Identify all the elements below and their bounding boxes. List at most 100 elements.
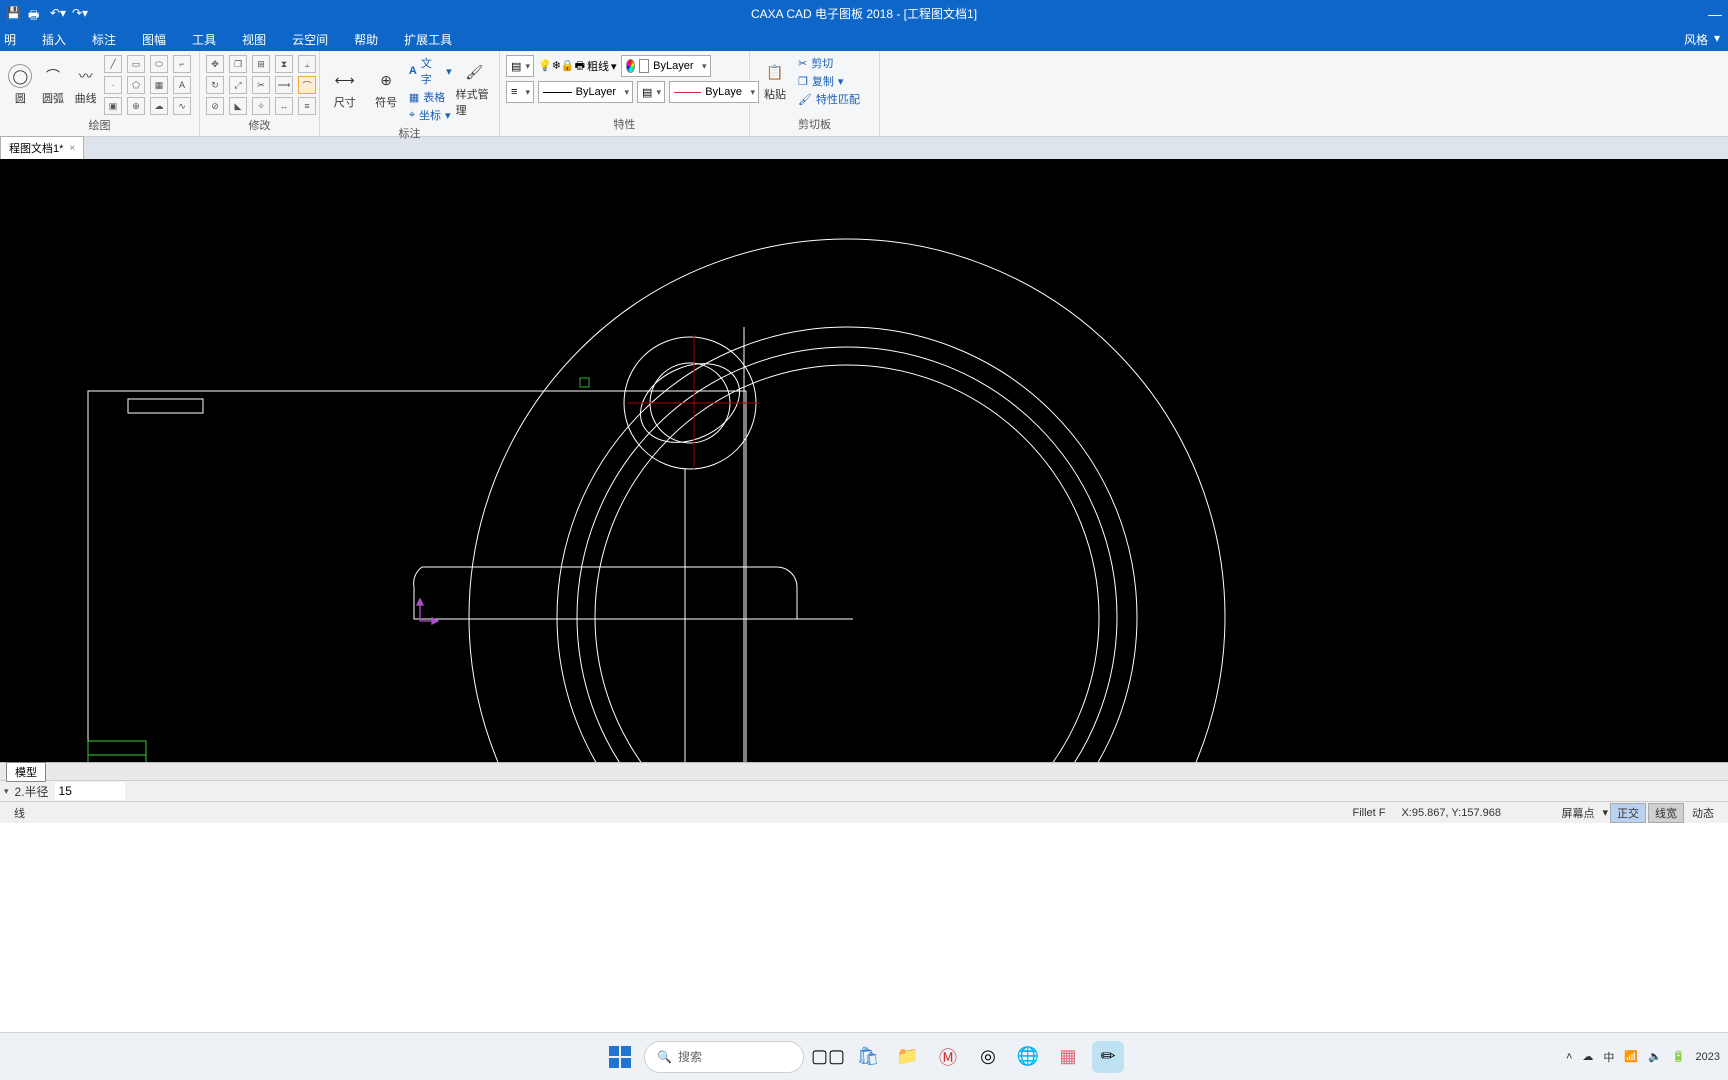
- stretch-icon[interactable]: ↔: [275, 97, 293, 115]
- menu-item[interactable]: 标注: [92, 31, 116, 48]
- circle-button[interactable]: ◯圆: [6, 64, 35, 106]
- layer-dropdown[interactable]: ▤: [506, 55, 534, 77]
- mirror-icon[interactable]: ⧗: [275, 55, 293, 73]
- axis-icon[interactable]: ⊕: [127, 97, 145, 115]
- chevron-down-icon[interactable]: ▾: [1714, 31, 1720, 48]
- group-label: 修改: [206, 115, 313, 135]
- coord-button[interactable]: ⌖ 坐标▾: [409, 107, 452, 123]
- chevron-down-icon[interactable]: ▾: [4, 786, 9, 797]
- radius-label: 2.半径: [15, 783, 49, 800]
- style-button[interactable]: 🖌样式管理: [456, 60, 493, 118]
- close-icon[interactable]: ×: [69, 143, 75, 154]
- battery-icon[interactable]: 🔋: [1672, 1050, 1686, 1063]
- explode-icon[interactable]: ✧: [252, 97, 270, 115]
- dell-icon[interactable]: ◎: [972, 1041, 1004, 1073]
- trim-icon[interactable]: ✂: [252, 76, 270, 94]
- align-icon[interactable]: ≡: [298, 97, 316, 115]
- app-icon[interactable]: ▦: [1052, 1041, 1084, 1073]
- ellipse-icon[interactable]: ⬭: [150, 55, 168, 73]
- lineweight-toggle[interactable]: 线宽: [1648, 803, 1684, 823]
- fillet-icon[interactable]: ⌒: [298, 76, 316, 94]
- menu-item[interactable]: 插入: [42, 31, 66, 48]
- menu-item[interactable]: 工具: [192, 31, 216, 48]
- dynamic-toggle[interactable]: 动态: [1684, 805, 1722, 821]
- wave-icon[interactable]: ∿: [173, 97, 191, 115]
- paste-label: 粘贴: [764, 86, 786, 102]
- start-button[interactable]: [604, 1041, 636, 1073]
- redo-icon[interactable]: ↷▾: [72, 6, 88, 22]
- status-screenpoint[interactable]: 屏幕点: [1553, 805, 1602, 821]
- hatch-icon[interactable]: ▦: [150, 76, 168, 94]
- explorer-icon[interactable]: 📁: [892, 1041, 924, 1073]
- polyline-icon[interactable]: ⌐: [173, 55, 191, 73]
- ortho-toggle[interactable]: 正交: [1610, 803, 1646, 823]
- menu-item[interactable]: 视图: [242, 31, 266, 48]
- save-icon[interactable]: 💾: [6, 6, 22, 22]
- move-icon[interactable]: ✥: [206, 55, 224, 73]
- style-menu[interactable]: 风格: [1684, 31, 1708, 48]
- volume-icon[interactable]: 🔈: [1648, 1050, 1662, 1063]
- menu-item[interactable]: 扩展工具: [404, 31, 452, 48]
- array-icon[interactable]: ⊞: [252, 55, 270, 73]
- print-icon[interactable]: 🖶: [28, 6, 44, 22]
- group-label: 标注: [326, 123, 493, 143]
- chamfer-icon[interactable]: ◣: [229, 97, 247, 115]
- spline-label: 曲线: [75, 90, 97, 106]
- tray-chevron-icon[interactable]: ˄: [1566, 1051, 1572, 1063]
- drawing-svg: [0, 159, 1728, 762]
- line-icon[interactable]: ╱: [104, 55, 122, 73]
- pt-icon[interactable]: ·: [104, 76, 122, 94]
- onedrive-icon[interactable]: ☁: [1582, 1050, 1593, 1063]
- offset-icon[interactable]: ⫠: [298, 55, 316, 73]
- copy-button[interactable]: ❐ 复制▾: [798, 73, 860, 89]
- copy-icon[interactable]: ❐: [229, 55, 247, 73]
- ime-indicator[interactable]: 中: [1603, 1049, 1614, 1065]
- break-icon[interactable]: ⊘: [206, 97, 224, 115]
- wifi-icon[interactable]: 📶: [1624, 1050, 1638, 1063]
- undo-icon[interactable]: ↶▾: [50, 6, 66, 22]
- extend-icon[interactable]: ⟶: [275, 76, 293, 94]
- mcafee-icon[interactable]: Ⓜ: [932, 1041, 964, 1073]
- match-button[interactable]: 🖌 特性匹配: [798, 91, 860, 107]
- menu-item[interactable]: 帮助: [354, 31, 378, 48]
- radius-input[interactable]: [55, 782, 125, 800]
- polygon-icon[interactable]: ⬠: [127, 76, 145, 94]
- color-dropdown[interactable]: ByLayer: [621, 55, 711, 77]
- edge-icon[interactable]: 🌐: [1012, 1041, 1044, 1073]
- block-icon[interactable]: ▣: [104, 97, 122, 115]
- paste-button[interactable]: 📋粘贴: [756, 60, 794, 102]
- arc-button[interactable]: ⌒圆弧: [39, 64, 68, 106]
- sheet-tab-model[interactable]: 模型: [6, 762, 46, 782]
- linetype-dd[interactable]: ≡: [506, 81, 534, 103]
- rect-icon[interactable]: ▭: [127, 55, 145, 73]
- document-tab[interactable]: 程图文档1*×: [0, 136, 84, 159]
- store-icon[interactable]: 🛍: [852, 1041, 884, 1073]
- cut-button[interactable]: ✂ 剪切: [798, 55, 860, 71]
- dim-button[interactable]: ⟷尺寸: [326, 68, 363, 110]
- table-button[interactable]: ▦ 表格: [409, 89, 452, 105]
- drawing-canvas[interactable]: [0, 159, 1728, 762]
- linetype2-dd[interactable]: ByLaye: [669, 81, 759, 103]
- rotate-icon[interactable]: ↻: [206, 76, 224, 94]
- text-button[interactable]: A文字▾: [409, 55, 452, 87]
- status-bar: 线 Fillet F X:95.867, Y:157.968 屏幕点 ▾ 正交 …: [0, 801, 1728, 823]
- menu-item[interactable]: 图幅: [142, 31, 166, 48]
- menu-item[interactable]: 云空间: [292, 31, 328, 48]
- style-label: 样式管理: [456, 86, 493, 118]
- spline-button[interactable]: 〰曲线: [71, 64, 100, 106]
- dropdown-icon[interactable]: ▾: [1602, 806, 1608, 819]
- taskview-icon[interactable]: ▢▢: [812, 1041, 844, 1073]
- caxa-icon[interactable]: ✏: [1092, 1041, 1124, 1073]
- quick-access-toolbar: 💾 🖶 ↶▾ ↷▾: [6, 6, 88, 22]
- lineweight-dd[interactable]: ByLayer: [538, 81, 633, 103]
- ltscale-dd[interactable]: ▤: [637, 81, 665, 103]
- taskbar-search[interactable]: 🔍搜索: [644, 1041, 804, 1073]
- text-icon[interactable]: A: [173, 76, 191, 94]
- scale-icon[interactable]: ⤢: [229, 76, 247, 94]
- cloud-icon[interactable]: ☁: [150, 97, 168, 115]
- draw-smallgrid: ╱ ▭ ⬭ ⌐ · ⬠ ▦ A ▣ ⊕ ☁ ∿: [104, 55, 193, 115]
- symbol-button[interactable]: ⊕符号: [367, 68, 404, 110]
- menu-item[interactable]: 明: [4, 31, 16, 48]
- clock-year[interactable]: 2023: [1696, 1051, 1720, 1063]
- minimize-button[interactable]: —: [1708, 6, 1722, 22]
